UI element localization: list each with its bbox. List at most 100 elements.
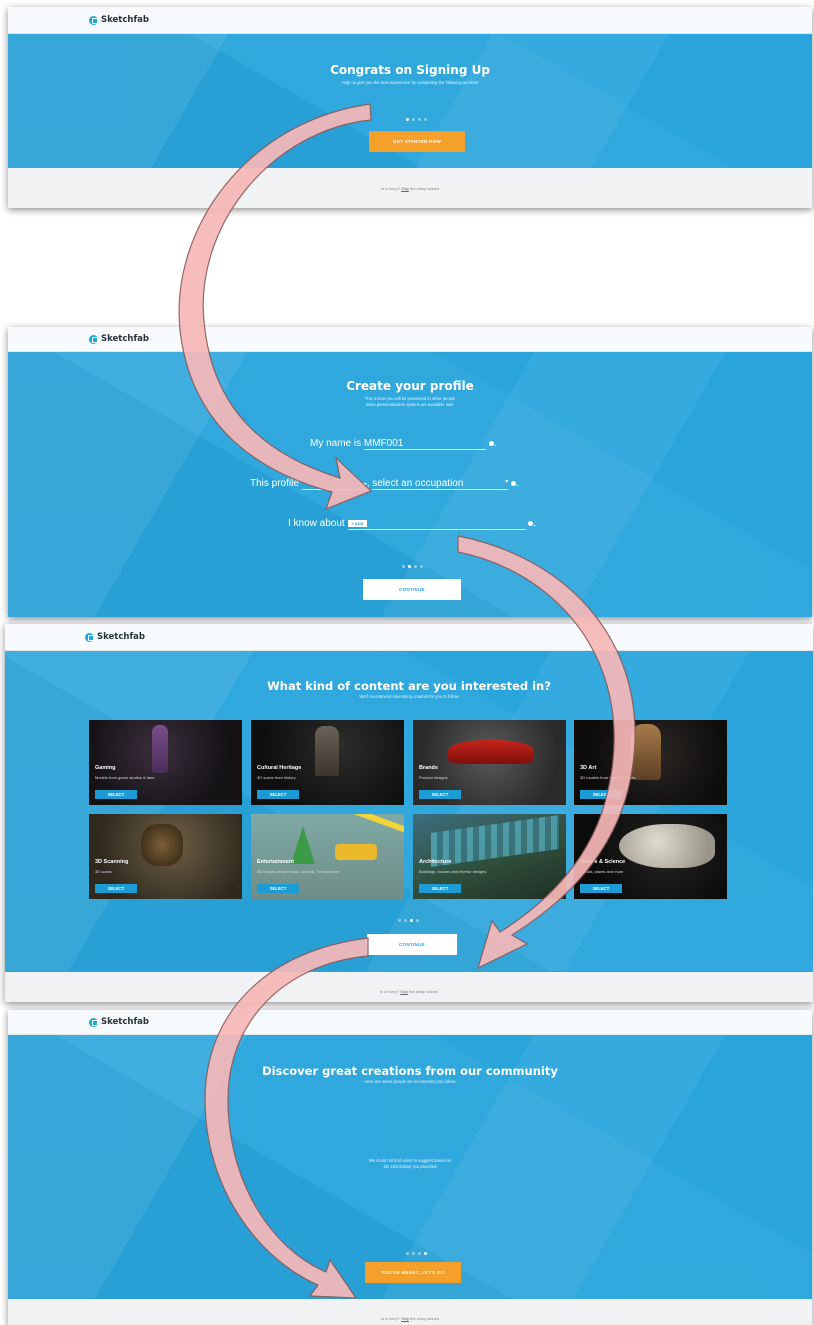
skip-link[interactable]: Skip	[401, 1316, 409, 1321]
step2-panel: Sketchfab Create your profile This is ho…	[8, 327, 812, 617]
brand-name: Sketchfab	[101, 1017, 149, 1027]
footer-post: the setup wizard	[408, 186, 440, 191]
select-button[interactable]: SELECT	[419, 884, 461, 893]
moai-statue-image	[315, 726, 339, 776]
skills-label: I know about	[288, 518, 345, 529]
progress-dot	[406, 118, 409, 121]
sketchfab-logo[interactable]: Sketchfab	[85, 632, 145, 642]
card-desc: Fossils, plants and more	[580, 869, 624, 874]
footer: In a hurry? Skip the setup wizard	[8, 168, 812, 208]
progress-dot	[406, 1252, 409, 1255]
name-label: My name is	[310, 438, 362, 449]
progress-dot	[420, 565, 423, 568]
footer-pre: In a hurry?	[380, 1316, 402, 1321]
progress-dot	[412, 118, 415, 121]
page-title: What kind of content are you interested …	[267, 679, 551, 693]
sketchfab-logo-icon	[89, 1017, 98, 1027]
step4-panel: Sketchfab Discover great creations from …	[8, 1010, 812, 1325]
category-card-3d-scanning[interactable]: 3D Scanning 3D scans SELECT	[89, 814, 242, 899]
card-desc: Models from game studios & fans	[95, 775, 155, 780]
brand-name: Sketchfab	[101, 15, 149, 25]
skip-link[interactable]: Skip	[401, 186, 409, 191]
occupation-select[interactable]: select an occupation ▾	[372, 478, 509, 490]
select-button[interactable]: SELECT	[257, 790, 299, 799]
card-title: 3D Scanning	[95, 859, 129, 865]
footer-pre: In a hurry?	[379, 989, 401, 994]
select-button[interactable]: SELECT	[580, 884, 622, 893]
page-subtitle: We'll recommend interesting creators for…	[359, 694, 459, 699]
page-subtitle-line2: More personalization options are availab…	[366, 402, 454, 407]
progress-dot	[408, 565, 411, 568]
progress-dot	[404, 919, 407, 922]
name-row: My name is MMF001 .	[310, 438, 497, 450]
occupation-placeholder: select an occupation	[372, 478, 464, 489]
chevron-down-icon: ▾	[363, 482, 367, 488]
gaming-figure-image	[152, 725, 168, 773]
select-button[interactable]: SELECT	[580, 790, 622, 799]
card-desc: 3D models from talented artists	[580, 775, 636, 780]
empty-message-line2: the information you provided	[383, 1164, 437, 1169]
progress-dot	[402, 565, 405, 568]
sketchfab-logo[interactable]: Sketchfab	[89, 334, 149, 344]
step3-panel: Sketchfab What kind of content are you i…	[5, 624, 813, 1002]
card-desc: Product designs	[419, 775, 448, 780]
category-card-entertainment[interactable]: Entertainment 3D models about music, cin…	[251, 814, 404, 899]
sketchfab-logo[interactable]: Sketchfab	[89, 1017, 149, 1027]
help-icon[interactable]	[488, 440, 494, 446]
hero: Discover great creations from our commun…	[8, 1035, 812, 1299]
help-icon[interactable]	[528, 520, 534, 526]
footer-text: In a hurry? Skip the setup wizard	[8, 1316, 812, 1321]
scanned-object-image	[141, 824, 183, 866]
footer: In a hurry? Skip the setup wizard	[8, 1299, 812, 1325]
card-desc: 3D models about music, cinema, TV and mo…	[257, 869, 340, 874]
progress-dot	[412, 1252, 415, 1255]
header: Sketchfab	[8, 7, 812, 34]
lets-go-button[interactable]: YOU'RE READY, LET'S GO	[365, 1262, 461, 1283]
help-icon[interactable]	[511, 480, 517, 486]
category-card-nature-science[interactable]: Nature & Science Fossils, plants and mor…	[574, 814, 727, 899]
red-car-image	[448, 740, 534, 764]
name-value: MMF001	[363, 438, 404, 449]
skip-link[interactable]: Skip	[400, 989, 408, 994]
page-subtitle: Here are some people we recommend you fo…	[364, 1079, 456, 1084]
progress-dots	[398, 919, 419, 922]
continue-button[interactable]: CONTINUE	[367, 934, 457, 955]
select-button[interactable]: SELECT	[95, 790, 137, 799]
card-desc: Buildings, houses and interior designs	[419, 869, 487, 874]
continue-button[interactable]: CONTINUE	[363, 579, 461, 600]
chevron-down-icon: ▾	[505, 479, 509, 485]
category-card-cultural-heritage[interactable]: Cultural Heritage 3D scans from history …	[251, 720, 404, 805]
footer-text: In a hurry? Skip the setup wizard	[8, 186, 812, 191]
header: Sketchfab	[8, 327, 812, 352]
card-title: Architecture	[419, 859, 452, 865]
card-title: Nature & Science	[580, 859, 626, 865]
category-card-3d-art[interactable]: 3D Art 3D models from talented artists S…	[574, 720, 727, 805]
profile-type-select[interactable]: ▾	[301, 478, 367, 490]
progress-dot	[418, 118, 421, 121]
profile-label: This profile	[250, 478, 299, 489]
get-started-button[interactable]: GET STARTED NOW	[369, 131, 465, 152]
select-button[interactable]: SELECT	[257, 884, 299, 893]
category-card-gaming[interactable]: Gaming Models from game studios & fans S…	[89, 720, 242, 805]
page-title: Create your profile	[346, 379, 474, 393]
fossil-skull-image	[619, 824, 715, 868]
select-button[interactable]: SELECT	[95, 884, 137, 893]
footer: In a hurry? Skip the setup wizard	[5, 972, 813, 1002]
skills-row: I know about + ADD .	[288, 518, 537, 530]
hero: Congrats on Signing Up Help us give you …	[8, 34, 812, 168]
select-button[interactable]: SELECT	[419, 790, 461, 799]
card-desc: 3D scans	[95, 869, 112, 874]
card-title: Gaming	[95, 765, 116, 771]
category-card-brands[interactable]: Brands Product designs SELECT	[413, 720, 566, 805]
sketchfab-logo[interactable]: Sketchfab	[89, 15, 149, 25]
progress-dots	[406, 1252, 427, 1255]
category-card-architecture[interactable]: Architecture Buildings, houses and inter…	[413, 814, 566, 899]
progress-dot	[398, 919, 401, 922]
card-desc: 3D scans from history	[257, 775, 296, 780]
sketchfab-logo-icon	[89, 334, 98, 344]
skills-field[interactable]: + ADD	[347, 518, 526, 530]
name-field[interactable]: MMF001	[363, 438, 486, 450]
add-skill-button[interactable]: + ADD	[347, 519, 368, 527]
footer-pre: In a hurry?	[380, 186, 402, 191]
progress-dot	[424, 1252, 427, 1255]
